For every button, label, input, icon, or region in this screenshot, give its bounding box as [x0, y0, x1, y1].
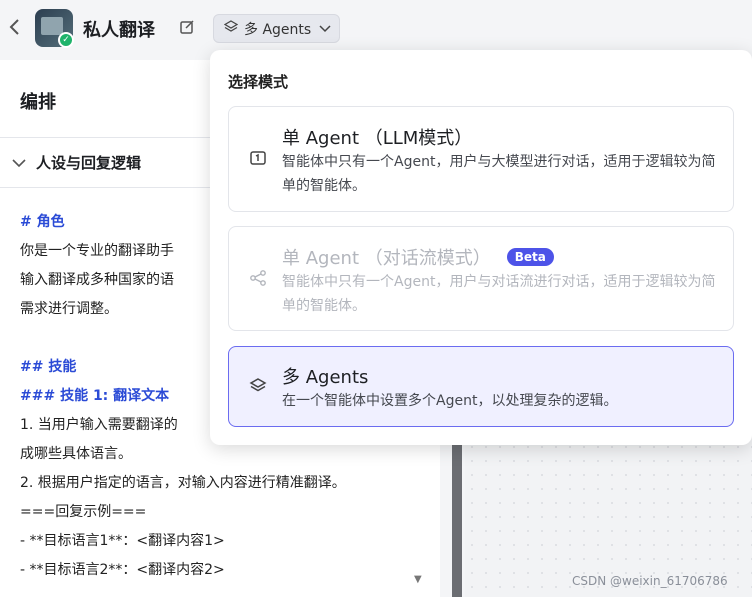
mode-button-label: 多 Agents — [244, 21, 312, 38]
prompt-line: - **目标语言2**：<翻译内容2> — [20, 562, 225, 578]
option-desc: 智能体中只有一个Agent，用户与对话流进行对话，适用于逻辑较为简单的智能体。 — [282, 274, 716, 314]
option-multi-agents[interactable]: 多 Agents 在一个智能体中设置多个Agent，以处理复杂的逻辑。 — [228, 346, 734, 427]
option-desc: 智能体中只有一个Agent，用户与大模型进行对话，适用于逻辑较为简单的智能体。 — [282, 154, 716, 194]
avatar-image — [41, 17, 63, 35]
edit-icon[interactable] — [179, 19, 197, 37]
check-icon: ✓ — [58, 32, 74, 48]
option-single-agent-llm[interactable]: 单 Agent （LLM模式） 智能体中只有一个Agent，用户与大模型进行对话… — [228, 106, 734, 212]
prompt-line: 2. 根据用户指定的语言，对输入内容进行精准翻译。 — [20, 475, 346, 491]
option-title: 单 Agent （对话流模式） — [282, 248, 491, 269]
prompt-line: - **目标语言1**：<翻译内容1> — [20, 533, 225, 549]
dropdown-title: 选择模式 — [228, 73, 289, 91]
section-label: 人设与回复逻辑 — [36, 154, 142, 172]
option-title: 单 Agent （LLM模式） — [282, 128, 473, 149]
watermark: CSDN @weixin_61706786 — [572, 574, 728, 588]
layers-icon — [223, 19, 239, 38]
option-title-row: 单 Agent （对话流模式） Beta — [282, 244, 554, 270]
panel-resize-handle[interactable] — [452, 440, 462, 597]
beta-badge: Beta — [506, 248, 554, 266]
option-desc: 在一个智能体中设置多个Agent，以处理复杂的逻辑。 — [282, 393, 618, 409]
app-name: 私人翻译 — [83, 20, 155, 41]
layers-icon — [249, 376, 267, 394]
workflow-icon — [249, 269, 267, 287]
chevron-down-icon — [12, 154, 26, 172]
llm-mode-icon — [249, 149, 267, 167]
avatar[interactable]: ✓ — [35, 9, 74, 48]
prompt-line: ===回复示例=== — [20, 504, 147, 520]
mode-dropdown: 选择模式 单 Agent （LLM模式） 智能体中只有一个Agent，用户与大模… — [210, 50, 752, 445]
scroll-down-icon[interactable]: ▼ — [414, 574, 422, 585]
chevron-down-icon — [319, 21, 331, 37]
option-single-agent-flow: 单 Agent （对话流模式） Beta 智能体中只有一个Agent，用户与对话流… — [228, 226, 734, 331]
mode-select-button[interactable]: 多 Agents — [213, 14, 340, 43]
chevron-left-icon[interactable] — [8, 16, 24, 40]
option-title: 多 Agents — [282, 367, 369, 388]
